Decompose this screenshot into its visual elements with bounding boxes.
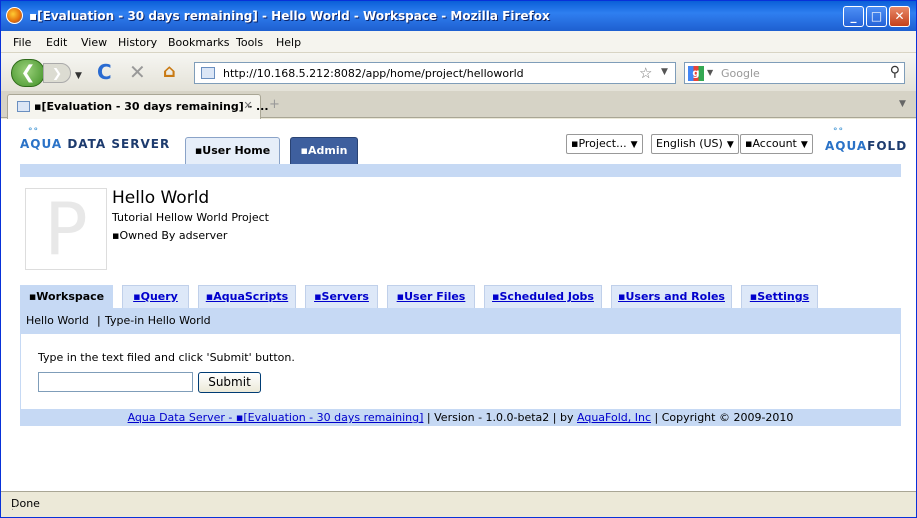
menu-view[interactable]: View [81, 36, 107, 49]
window-title: ▪[Evaluation - 30 days remaining] - Hell… [29, 9, 550, 23]
logo-drops-icon: °° [833, 127, 844, 137]
project-title: Hello World [112, 188, 210, 208]
url-dropdown-icon[interactable]: ▼ [661, 67, 668, 77]
firefox-logo-icon [6, 7, 23, 24]
browser-window: ▪[Evaluation - 30 days remaining] - Hell… [0, 0, 917, 518]
search-icon[interactable]: ⚲ [890, 64, 900, 80]
header-divider [20, 164, 901, 177]
language-select[interactable]: English (US) ▼ [651, 134, 739, 154]
product-link[interactable]: Aqua Data Server - ▪[Evaluation - 30 day… [128, 411, 424, 424]
project-icon: P [25, 188, 107, 270]
tab-query[interactable]: ▪Query [122, 285, 189, 309]
menu-tools[interactable]: Tools [236, 36, 263, 49]
breadcrumb-current: Type-in Hello World [105, 314, 211, 327]
tab-list-icon[interactable]: ▼ [899, 99, 906, 109]
logo-drops-icon: °° [28, 127, 39, 137]
search-engine-dropdown-icon[interactable]: ▼ [707, 68, 713, 77]
close-button[interactable]: ✕ [889, 6, 910, 27]
breadcrumb-project[interactable]: Hello World [26, 314, 89, 327]
title-bar: ▪[Evaluation - 30 days remaining] - Hell… [1, 1, 916, 31]
tab-page-icon [17, 101, 30, 112]
hello-text-input[interactable] [38, 372, 193, 392]
aqua-data-server-logo: °° AQUA DATA SERVER [20, 127, 171, 151]
aquafold-logo: °° AQUAFOLD [825, 127, 908, 153]
copyright-text: | Copyright © 2009-2010 [651, 411, 794, 424]
google-icon[interactable]: g [688, 66, 704, 81]
search-placeholder[interactable]: Google [721, 67, 760, 80]
breadcrumb: Hello World | Type-in Hello World [20, 308, 901, 334]
workspace-panel: Type in the text filed and click 'Submit… [20, 334, 901, 409]
search-box[interactable]: g ▼ Google ⚲ [684, 62, 905, 84]
company-link[interactable]: AquaFold, Inc [577, 411, 651, 424]
project-description: Tutorial Hellow World Project [112, 211, 269, 224]
project-select[interactable]: ▪Project... ▼ [566, 134, 643, 154]
menu-help[interactable]: Help [276, 36, 301, 49]
breadcrumb-separator: | [97, 314, 101, 327]
tab-workspace[interactable]: ▪Workspace [20, 285, 113, 309]
version-text: Version - 1.0.0-beta2 [434, 411, 550, 424]
tab-aquascripts[interactable]: ▪AquaScripts [198, 285, 296, 309]
project-owner: ▪Owned By adserver [112, 229, 228, 242]
tab-admin[interactable]: ▪Admin [290, 137, 358, 165]
tab-servers[interactable]: ▪Servers [305, 285, 378, 309]
tab-users-and-roles[interactable]: ▪Users and Roles [611, 285, 732, 309]
url-text[interactable]: http://10.168.5.212:8082/app/home/projec… [223, 67, 524, 80]
history-dropdown-icon[interactable]: ▼ [75, 65, 82, 87]
resize-grip-icon[interactable]: ⋰ [11, 502, 912, 512]
project-select-arrow-icon: ▼ [630, 140, 638, 150]
page-footer: Aqua Data Server - ▪[Evaluation - 30 day… [20, 409, 901, 426]
account-select-arrow-icon: ▼ [800, 140, 808, 150]
browser-tab[interactable]: ▪[Evaluation - 30 days remaining] - ... … [7, 94, 269, 119]
forward-button[interactable]: ❯ [43, 63, 71, 83]
new-tab-button[interactable]: + [269, 97, 280, 112]
address-bar[interactable]: http://10.168.5.212:8082/app/home/projec… [194, 62, 676, 84]
menu-history[interactable]: History [118, 36, 157, 49]
maximize-button[interactable]: □ [866, 6, 887, 27]
language-select-arrow-icon: ▼ [726, 140, 734, 150]
instruction-text: Type in the text filed and click 'Submit… [38, 351, 295, 364]
submit-button[interactable]: Submit [198, 372, 261, 393]
tab-scheduled-jobs[interactable]: ▪Scheduled Jobs [484, 285, 602, 309]
status-bar: Done ⋰ [1, 491, 916, 517]
menu-bar: File Edit View History Bookmarks Tools H… [1, 31, 916, 53]
tab-settings[interactable]: ▪Settings [741, 285, 818, 309]
minimize-button[interactable]: _ [843, 6, 864, 27]
menu-bookmarks[interactable]: Bookmarks [168, 36, 229, 49]
back-button[interactable]: ❮ [11, 59, 45, 87]
menu-file[interactable]: File [13, 36, 31, 49]
browser-tab-title[interactable]: ▪[Evaluation - 30 days remaining] - ... [34, 100, 269, 113]
page-content: °° AQUA DATA SERVER ▪User Home ▪Admin ▪P… [1, 119, 916, 491]
home-icon[interactable]: ⌂ [163, 61, 176, 83]
bookmark-star-icon[interactable]: ☆ [639, 64, 652, 82]
reload-icon[interactable]: C [97, 61, 112, 83]
stop-icon[interactable]: ✕ [129, 61, 146, 83]
tab-user-home[interactable]: ▪User Home [185, 137, 280, 165]
account-select[interactable]: ▪Account ▼ [740, 134, 813, 154]
tab-close-icon[interactable]: ✕ [241, 99, 255, 113]
menu-edit[interactable]: Edit [46, 36, 67, 49]
page-icon [201, 67, 215, 79]
tab-user-files[interactable]: ▪User Files [387, 285, 475, 309]
